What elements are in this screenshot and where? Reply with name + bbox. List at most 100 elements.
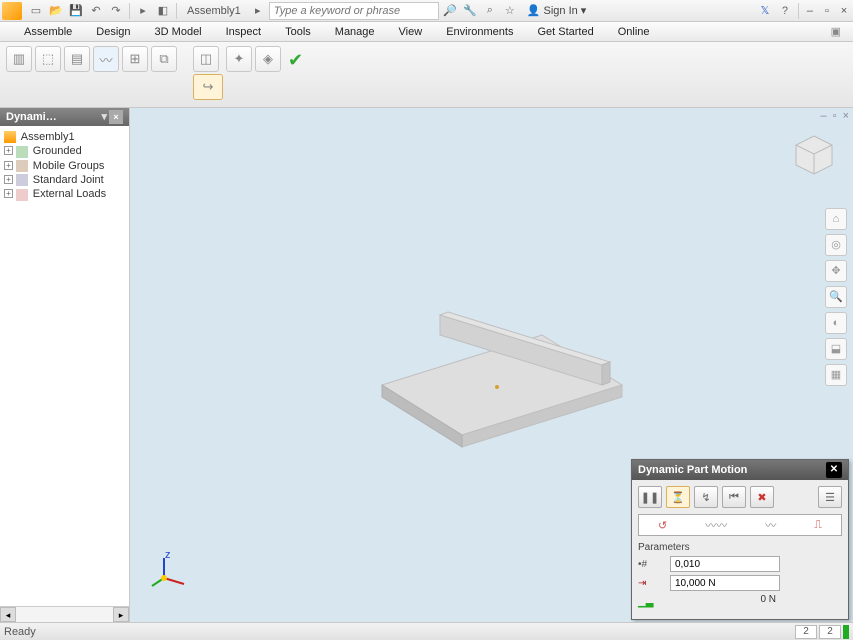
expand-icon[interactable]: + — [4, 189, 13, 198]
tree-item-mobile[interactable]: + Mobile Groups — [2, 159, 127, 173]
scroll-track[interactable] — [16, 607, 113, 622]
favorite-icon[interactable]: ☆ — [501, 2, 519, 20]
ribbon-tool-7[interactable]: ◫ — [193, 46, 219, 72]
menu-online[interactable]: Online — [606, 24, 662, 40]
menu-view[interactable]: View — [387, 24, 435, 40]
load-icon — [16, 189, 28, 201]
tree-item-label: Grounded — [33, 145, 82, 157]
close-icon[interactable]: × — [837, 5, 851, 17]
finish-check-icon[interactable]: ✔ — [284, 46, 307, 75]
chevron-down-icon: ▾ — [581, 4, 587, 17]
step-icon: •# — [638, 559, 664, 570]
menu-tools[interactable]: Tools — [273, 24, 323, 40]
scroll-left-icon[interactable]: ◂ — [0, 607, 16, 622]
qat-new-icon[interactable]: ▭ — [27, 2, 45, 20]
side-panel-title-bar[interactable]: Dynami… ▾ × — [0, 108, 129, 126]
minimize-icon[interactable]: – — [803, 5, 817, 17]
qat-redo-icon[interactable]: ↷ — [107, 2, 125, 20]
status-cell-2[interactable]: 2 — [819, 625, 841, 639]
vp-close-icon[interactable]: × — [843, 110, 849, 122]
qat-material-icon[interactable]: ◧ — [154, 2, 172, 20]
tree-root[interactable]: Assembly1 — [2, 130, 127, 144]
qat-open-icon[interactable]: 📂 — [47, 2, 65, 20]
search-input[interactable] — [269, 2, 439, 20]
tree-item-label: External Loads — [33, 188, 106, 200]
ribbon-tool-6[interactable]: ⧉ — [151, 46, 177, 72]
expand-icon[interactable]: + — [4, 175, 13, 184]
rewind-button[interactable]: ⏮ — [722, 486, 746, 508]
qat-select-icon[interactable]: ▸ — [134, 2, 152, 20]
motion-mode-selector[interactable]: ↺ 〰〰 〰 ⎍ — [638, 514, 842, 536]
ribbon-tool-8[interactable]: ✦ — [226, 46, 252, 72]
ribbon-tool-4[interactable]: 〰 — [93, 46, 119, 72]
ribbon-tool-1[interactable]: ▥ — [6, 46, 32, 72]
ribbon-tool-main[interactable]: ↪ — [193, 74, 223, 100]
sign-in-button[interactable]: 👤 Sign In ▾ — [521, 4, 592, 17]
sine-icon[interactable]: 〰〰 — [705, 517, 727, 533]
assembly-icon — [4, 131, 16, 143]
panel-close-icon[interactable]: ✕ — [826, 462, 842, 478]
step-button[interactable]: ↯ — [694, 486, 718, 508]
chevron-down-icon[interactable]: ▾ — [101, 110, 107, 124]
help-icon[interactable]: ? — [776, 2, 794, 20]
nav-tool2-icon[interactable]: ▦ — [825, 364, 847, 386]
scroll-right-icon[interactable]: ▸ — [113, 607, 129, 622]
search-icon[interactable]: 🔎 — [441, 2, 459, 20]
menu-3dmodel[interactable]: 3D Model — [143, 24, 214, 40]
nav-pan-icon[interactable]: ✥ — [825, 260, 847, 282]
qat-save-icon[interactable]: 💾 — [67, 2, 85, 20]
model-tree[interactable]: Assembly1 + Grounded + Mobile Groups + S… — [0, 126, 129, 606]
ribbon-tool-9[interactable]: ◈ — [255, 46, 281, 72]
tree-item-grounded[interactable]: + Grounded — [2, 144, 127, 158]
separator — [798, 3, 799, 19]
ribbon-tool-2[interactable]: ⬚ — [35, 46, 61, 72]
search-key-icon[interactable]: ⌕ — [481, 2, 499, 20]
tree-item-loads[interactable]: + External Loads — [2, 187, 127, 201]
pause-button[interactable]: ❚❚ — [638, 486, 662, 508]
expand-icon[interactable]: + — [4, 146, 13, 155]
doc-dropdown-icon[interactable]: ▸ — [249, 2, 267, 20]
ribbon-expand-icon[interactable]: ▣ — [831, 25, 841, 38]
vp-restore-icon[interactable]: ▫ — [833, 110, 837, 122]
side-panel-close-icon[interactable]: × — [109, 110, 123, 124]
run-button[interactable]: ⏳ — [666, 486, 690, 508]
dynamic-part-motion-panel[interactable]: Dynamic Part Motion ✕ ❚❚ ⏳ ↯ ⏮ ✖ ☰ ↺ 〰〰 … — [631, 459, 849, 620]
tree-item-joints[interactable]: + Standard Joint — [2, 173, 127, 187]
impulse-icon[interactable]: ↺ — [658, 519, 667, 532]
app-icon — [2, 2, 22, 20]
step-input[interactable] — [670, 556, 780, 572]
exchange-icon[interactable]: 𝕏 — [756, 2, 774, 20]
status-cell-1[interactable]: 2 — [795, 625, 817, 639]
nav-look-icon[interactable]: ◐ — [825, 312, 847, 334]
stop-button[interactable]: ✖ — [750, 486, 774, 508]
search-tools-icon[interactable]: 🔧 — [461, 2, 479, 20]
hscrollbar[interactable]: ◂ ▸ — [0, 606, 129, 622]
nav-orbit-icon[interactable]: ◎ — [825, 234, 847, 256]
panel-body: ❚❚ ⏳ ↯ ⏮ ✖ ☰ ↺ 〰〰 〰 ⎍ Parameters •# ⇥ ▁▃ — [632, 480, 848, 619]
pulse-icon[interactable]: ⎍ — [814, 519, 822, 532]
menu-inspect[interactable]: Inspect — [214, 24, 273, 40]
menu-manage[interactable]: Manage — [323, 24, 387, 40]
menu-getstarted[interactable]: Get Started — [525, 24, 605, 40]
expand-icon[interactable]: + — [4, 161, 13, 170]
nav-home-icon[interactable]: ⌂ — [825, 208, 847, 230]
panel-title-bar[interactable]: Dynamic Part Motion ✕ — [632, 460, 848, 480]
ribbon-tool-5[interactable]: ⊞ — [122, 46, 148, 72]
nav-tool-icon[interactable]: ⬓ — [825, 338, 847, 360]
side-panel: Dynami… ▾ × Assembly1 + Grounded + Mobil… — [0, 108, 130, 622]
menu-bar: Assemble Design 3D Model Inspect Tools M… — [0, 22, 853, 42]
menu-environments[interactable]: Environments — [434, 24, 525, 40]
view-cube[interactable] — [791, 132, 837, 178]
force-input[interactable] — [670, 575, 780, 591]
menu-design[interactable]: Design — [84, 24, 142, 40]
title-bar: ▭ 📂 💾 ↶ ↷ ▸ ◧ Assembly1 ▸ 🔎 🔧 ⌕ ☆ 👤 Sign… — [0, 0, 853, 22]
settings-button[interactable]: ☰ — [818, 486, 842, 508]
menu-assemble[interactable]: Assemble — [12, 24, 84, 40]
nav-zoom-icon[interactable]: 🔍 — [825, 286, 847, 308]
damped-icon[interactable]: 〰 — [765, 517, 776, 533]
restore-icon[interactable]: ▫ — [820, 5, 834, 17]
readout-icon: ▁▃ — [638, 597, 664, 608]
vp-minimize-icon[interactable]: – — [821, 110, 827, 122]
qat-undo-icon[interactable]: ↶ — [87, 2, 105, 20]
ribbon-tool-3[interactable]: ▤ — [64, 46, 90, 72]
